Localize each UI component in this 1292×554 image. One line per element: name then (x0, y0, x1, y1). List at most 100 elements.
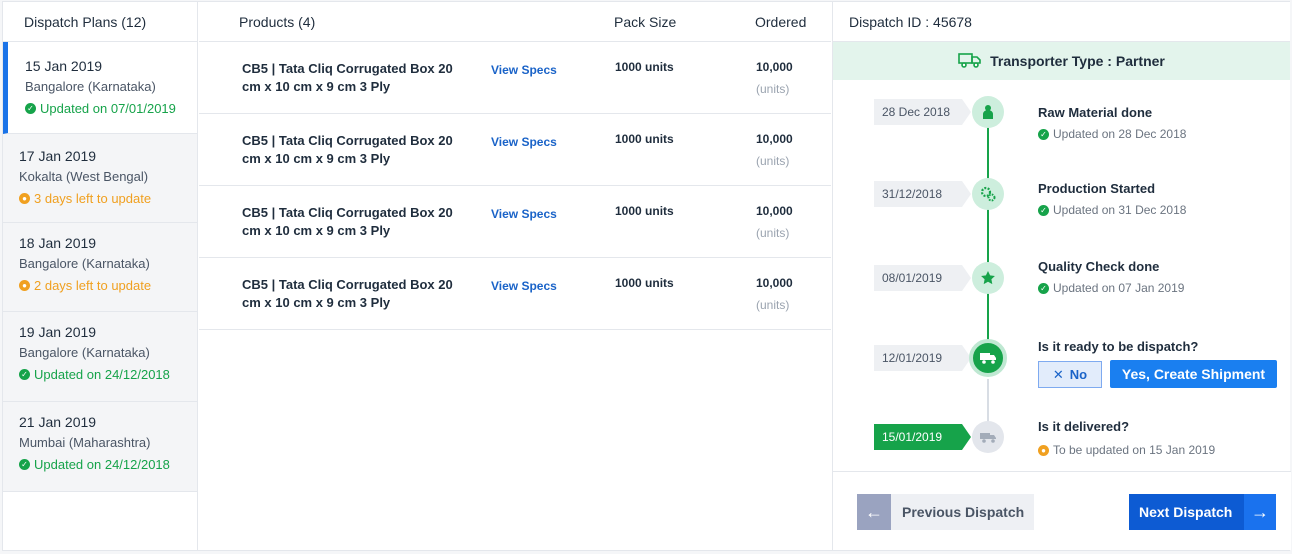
pack-size: 1000 units (615, 60, 674, 74)
products-header: Products (4) Pack Size Ordered (199, 2, 831, 42)
product-row: CB5 | Tata Cliq Corrugated Box 20 cm x 1… (199, 42, 831, 114)
clock-icon: ● (19, 280, 30, 291)
check-circle-icon: ✓ (19, 369, 30, 380)
raw-material-icon (972, 96, 1004, 128)
product-row: CB5 | Tata Cliq Corrugated Box 20 cm x 1… (199, 114, 831, 186)
plan-status-text: Updated on 24/12/2018 (34, 457, 170, 472)
product-name: CB5 | Tata Cliq Corrugated Box 20 cm x 1… (242, 61, 453, 94)
plan-item[interactable]: 17 Jan 2019 Kokalta (West Bengal) ● 3 da… (3, 134, 197, 223)
plan-status: ● 3 days left to update (19, 191, 197, 206)
step-date: 31/12/2018 (874, 181, 971, 207)
check-circle-icon: ✓ (1038, 128, 1049, 140)
dispatch-footer: ← Previous Dispatch Next Dispatch → (833, 471, 1291, 550)
plan-location: Mumbai (Maharashtra) (19, 435, 151, 450)
transporter-banner: Transporter Type : Partner (833, 42, 1290, 80)
pack-size: 1000 units (615, 204, 674, 218)
plan-status: ✓ Updated on 24/12/2018 (19, 367, 197, 382)
plan-date: 19 Jan 2019 (19, 324, 97, 340)
delivery-truck-icon (972, 421, 1004, 453)
transporter-type: Transporter Type : Partner (990, 53, 1165, 69)
dispatch-detail-panel: Dispatch ID : 45678 Transporter Type : P… (832, 2, 1291, 550)
step-date: 15/01/2019 (874, 424, 971, 450)
view-specs-link[interactable]: View Specs (491, 279, 557, 293)
step-title: Quality Check done (1038, 259, 1160, 274)
plan-item[interactable]: 21 Jan 2019 Mumbai (Maharashtra) ✓ Updat… (3, 402, 197, 492)
check-circle-icon: ✓ (1038, 204, 1049, 216)
create-shipment-button[interactable]: Yes, Create Shipment (1110, 360, 1277, 388)
dispatch-plans-panel: Dispatch Plans (12) 15 Jan 2019 Bangalor… (3, 2, 198, 550)
plan-status-text: 2 days left to update (34, 278, 152, 293)
products-panel: Products (4) Pack Size Ordered CB5 | Tat… (199, 2, 831, 550)
next-dispatch-button[interactable]: Next Dispatch → (1129, 494, 1276, 530)
ordered-column-header: Ordered (755, 14, 807, 30)
view-specs-link[interactable]: View Specs (491, 207, 557, 221)
products-column-header: Products (4) (239, 14, 316, 30)
plan-status-text: Updated on 07/01/2019 (40, 101, 176, 116)
ordered-unit: (units) (756, 154, 790, 168)
step-title: Is it delivered? (1038, 419, 1130, 434)
product-row: CB5 | Tata Cliq Corrugated Box 20 cm x 1… (199, 258, 831, 330)
no-button[interactable]: ✕ No (1038, 361, 1102, 388)
step-status-text: Updated on 31 Dec 2018 (1053, 203, 1187, 217)
plan-location: Bangalore (Karnataka) (25, 79, 156, 94)
product-name: CB5 | Tata Cliq Corrugated Box 20 cm x 1… (242, 277, 453, 310)
pack-size: 1000 units (615, 276, 674, 290)
step-status: ✓ Updated on 28 Dec 2018 (1038, 127, 1186, 141)
ordered-qty: 10,000 (756, 60, 793, 74)
ordered-unit: (units) (756, 226, 790, 240)
timeline-line (987, 116, 989, 359)
plan-date: 17 Jan 2019 (19, 148, 97, 164)
product-name: CB5 | Tata Cliq Corrugated Box 20 cm x 1… (242, 133, 453, 166)
plan-date: 21 Jan 2019 (19, 414, 97, 430)
pack-size-column-header: Pack Size (614, 14, 677, 30)
plan-location: Kokalta (West Bengal) (19, 169, 149, 184)
plan-item[interactable]: 15 Jan 2019 Bangalore (Karnataka) ✓ Upda… (3, 42, 197, 134)
truck-outline-icon (958, 52, 982, 71)
view-specs-link[interactable]: View Specs (491, 135, 557, 149)
step-date: 08/01/2019 (874, 265, 971, 291)
plan-item[interactable]: 19 Jan 2019 Bangalore (Karnataka) ✓ Upda… (3, 312, 197, 402)
step-status: ✓ Updated on 31 Dec 2018 (1038, 203, 1186, 217)
step-status: ✓ Updated on 07 Jan 2019 (1038, 281, 1184, 295)
check-circle-icon: ✓ (25, 103, 36, 114)
check-circle-icon: ✓ (1038, 282, 1049, 294)
gears-icon (972, 178, 1004, 210)
step-title: Production Started (1038, 181, 1156, 196)
view-specs-link[interactable]: View Specs (491, 63, 557, 77)
dispatch-timeline: 28 Dec 2018 Raw Material done ✓ Updated … (833, 81, 1291, 471)
step-date: 28 Dec 2018 (874, 99, 971, 125)
ordered-unit: (units) (756, 298, 790, 312)
pack-size: 1000 units (615, 132, 674, 146)
ordered-qty: 10,000 (756, 204, 793, 218)
step-date: 12/01/2019 (874, 345, 971, 371)
step-title: Is it ready to be dispatch? (1038, 339, 1199, 354)
app-frame: Dispatch Plans (12) 15 Jan 2019 Bangalor… (2, 1, 1291, 551)
ordered-qty: 10,000 (756, 276, 793, 290)
arrow-right-icon: → (1244, 494, 1276, 530)
plan-location: Bangalore (Karnataka) (19, 256, 150, 271)
arrow-left-icon: ← (857, 494, 891, 530)
plan-status: ● 2 days left to update (19, 278, 197, 293)
step-status-text: To be updated on 15 Jan 2019 (1053, 443, 1216, 457)
previous-dispatch-button[interactable]: ← Previous Dispatch (857, 494, 1034, 530)
dispatch-plans-title: Dispatch Plans (12) (3, 2, 197, 42)
plan-status: ✓ Updated on 24/12/2018 (19, 457, 197, 472)
plan-item[interactable]: 18 Jan 2019 Bangalore (Karnataka) ● 2 da… (3, 223, 197, 312)
step-title: Raw Material done (1038, 105, 1153, 120)
next-dispatch-label: Next Dispatch (1139, 504, 1233, 520)
ordered-unit: (units) (756, 82, 790, 96)
plan-status-text: 3 days left to update (34, 191, 152, 206)
product-name: CB5 | Tata Cliq Corrugated Box 20 cm x 1… (242, 205, 453, 238)
step-status-text: Updated on 07 Jan 2019 (1053, 281, 1185, 295)
ordered-qty: 10,000 (756, 132, 793, 146)
truck-icon (969, 339, 1007, 377)
dispatch-id-title: Dispatch ID : 45678 (833, 2, 1290, 42)
step-status: ● To be updated on 15 Jan 2019 (1038, 443, 1215, 457)
plan-date: 15 Jan 2019 (25, 58, 103, 74)
previous-dispatch-label: Previous Dispatch (902, 504, 1025, 520)
step-status-text: Updated on 28 Dec 2018 (1053, 127, 1187, 141)
close-icon: ✕ (1052, 366, 1064, 382)
plan-status: ✓ Updated on 07/01/2019 (25, 101, 197, 116)
no-button-label: No (1069, 367, 1088, 382)
plan-status-text: Updated on 24/12/2018 (34, 367, 170, 382)
